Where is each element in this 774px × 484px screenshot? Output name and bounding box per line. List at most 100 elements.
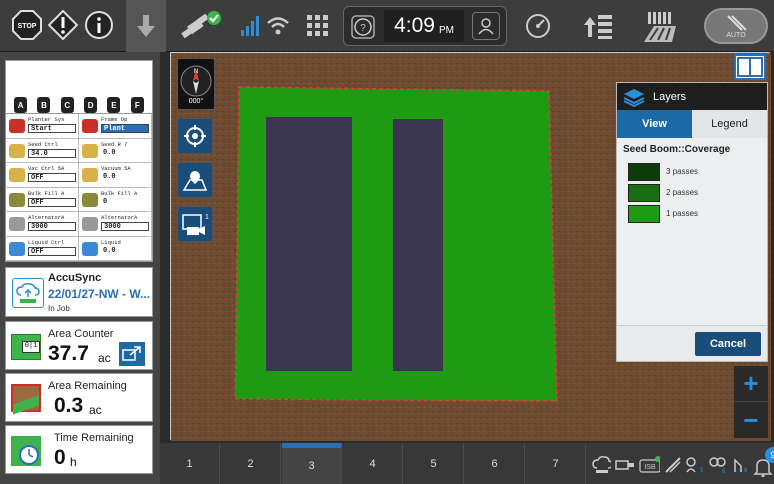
section-control-icon[interactable]: 6 xyxy=(732,456,749,474)
legend-list: 3 passes 2 passes 1 passes xyxy=(617,161,767,224)
isobus-icon[interactable]: ISB xyxy=(638,456,660,474)
row-unit-f[interactable]: F xyxy=(130,97,144,113)
row-unit-letters: A B C D E F xyxy=(6,61,152,113)
row-unit-e[interactable]: E xyxy=(107,97,121,113)
area-counter-value: 37.7 xyxy=(48,342,89,365)
param-seed-r7[interactable]: Seed R 7 0.0 xyxy=(79,138,152,163)
crosshair-icon xyxy=(184,125,206,147)
help-icon[interactable]: ? xyxy=(350,14,376,40)
tab-view[interactable]: View xyxy=(617,110,692,138)
accusync-status: In Job xyxy=(48,304,70,313)
param-planter-sys[interactable]: Planter Sys Start xyxy=(6,114,79,139)
area-remaining-card[interactable]: Area Remaining 0.3 ac xyxy=(5,373,153,422)
svg-text:?: ? xyxy=(360,23,366,34)
speedometer-icon[interactable] xyxy=(524,12,552,40)
row-unit-c[interactable]: C xyxy=(60,97,74,113)
bottom-bar: 1 2 3 4 5 6 7 ISB 5 6 6 9 xyxy=(160,443,774,484)
bulk-fill-icon xyxy=(82,192,98,207)
legend-swatch xyxy=(628,183,660,202)
area-remaining-title: Area Remaining xyxy=(48,380,127,392)
wifi-icon[interactable] xyxy=(266,12,290,38)
accusync-card[interactable]: AccuSync 22/01/27-NW - W... In Job xyxy=(5,267,153,317)
map-pin-icon xyxy=(182,171,208,191)
usb-icon[interactable] xyxy=(615,456,635,474)
auto-steer-button[interactable]: AUTO xyxy=(704,8,768,44)
seed-icon xyxy=(9,143,25,158)
unplanted-area-right xyxy=(393,119,443,371)
alternator-icon xyxy=(82,217,98,231)
row-control-icon[interactable]: 5 xyxy=(685,456,704,474)
tab-3[interactable]: 3 xyxy=(282,443,342,484)
tab-6[interactable]: 6 xyxy=(465,443,525,484)
module-status-panel: A B C D E F Planter Sys Start Frame Op Pla… xyxy=(5,60,153,262)
legend-item: 2 passes xyxy=(628,182,767,203)
zoom-out-icon[interactable]: − xyxy=(734,402,768,438)
time-remaining-unit: h xyxy=(70,455,77,469)
auto-steer-status-icon[interactable] xyxy=(664,456,681,474)
center-location-button[interactable] xyxy=(177,118,213,154)
layers-title: Layers xyxy=(653,90,687,103)
tab-legend[interactable]: Legend xyxy=(692,110,767,138)
param-liquid-ctrl[interactable]: Liquid Ctrl OFF xyxy=(6,236,79,261)
tab-7[interactable]: 7 xyxy=(526,443,586,484)
param-bulk-fill-ctrl[interactable]: Bulk Fill A OFF xyxy=(6,187,79,212)
time-remaining-card[interactable]: Time Remaining 0 h xyxy=(5,425,153,474)
user-icon[interactable] xyxy=(472,12,500,40)
auto-label: AUTO xyxy=(726,31,746,39)
apps-grid-icon[interactable] xyxy=(305,12,329,38)
clock[interactable]: 4:09 PM xyxy=(384,10,464,42)
camera-icon: 1 xyxy=(182,214,209,235)
map-view-button[interactable] xyxy=(177,162,213,198)
svg-text:ISB: ISB xyxy=(644,464,656,471)
tab-4[interactable]: 4 xyxy=(343,443,403,484)
param-frame-op[interactable]: Frame Op Plant xyxy=(79,114,152,139)
zoom-controls: + − xyxy=(734,366,768,438)
area-counter-unit: ac xyxy=(98,351,111,365)
cellular-signal-icon[interactable] xyxy=(240,12,262,38)
cancel-button[interactable]: Cancel xyxy=(695,332,761,356)
top-bar: STOP ? 4:09 PM AUTO xyxy=(0,0,774,52)
area-remaining-icon xyxy=(11,384,41,415)
liquid-icon xyxy=(9,241,25,256)
legend-title: Seed Boom::Coverage xyxy=(623,144,731,155)
notifications[interactable]: 9 xyxy=(753,447,774,477)
tab-2[interactable]: 2 xyxy=(221,443,281,484)
gps-satellite-icon[interactable] xyxy=(180,8,224,44)
clock-ampm: PM xyxy=(438,24,454,36)
compass-north: N xyxy=(194,69,198,75)
param-seed-ctrl[interactable]: Seed Ctrl 34.0 xyxy=(6,138,79,163)
area-counter-icon: 0|1 xyxy=(11,334,41,360)
clock-time: 4:09 xyxy=(394,14,435,37)
minimize-arrow-icon[interactable] xyxy=(126,0,166,52)
compass-widget[interactable]: N 000° xyxy=(177,58,215,110)
row-unit-d[interactable]: D xyxy=(84,97,98,113)
tab-5[interactable]: 5 xyxy=(404,443,464,484)
info-icon[interactable] xyxy=(84,10,114,40)
param-alternator-ctrl[interactable]: AlternatorA 3000 xyxy=(6,212,79,237)
param-vacuum[interactable]: Vacuum 5A 0.0 xyxy=(79,163,152,188)
zoom-in-icon[interactable]: + xyxy=(734,366,768,402)
legend-swatch xyxy=(628,162,660,181)
planter-field-icon[interactable] xyxy=(642,8,678,44)
bulk-fill-icon xyxy=(9,192,25,207)
split-view-button[interactable] xyxy=(734,54,766,80)
cloud-icon[interactable] xyxy=(592,456,612,474)
liquid-icon xyxy=(82,241,98,256)
split-view-icon xyxy=(737,57,763,77)
frame-icon xyxy=(82,119,98,133)
seed-control-icon[interactable]: 6 xyxy=(708,456,727,474)
row-unit-b[interactable]: B xyxy=(37,97,51,113)
layers-icon xyxy=(623,88,645,107)
warning-icon[interactable] xyxy=(48,10,78,40)
param-vac-ctrl[interactable]: Vac Ctrl 5A OFF xyxy=(6,163,79,188)
reset-counter-button[interactable] xyxy=(119,342,145,366)
camera-view-button[interactable]: 1 xyxy=(177,206,213,242)
area-counter-card[interactable]: 0|1 Area Counter 37.7 ac xyxy=(5,321,153,370)
row-unit-a[interactable]: A xyxy=(14,97,28,113)
stop-icon[interactable]: STOP xyxy=(12,10,42,40)
param-liquid[interactable]: Liquid 0.0 xyxy=(79,236,152,261)
param-bulk-fill[interactable]: Bulk Fill A0 xyxy=(79,187,152,212)
param-alternator[interactable]: AlternatorA 3000 xyxy=(79,212,152,237)
rows-up-icon[interactable] xyxy=(580,10,614,42)
tab-1[interactable]: 1 xyxy=(160,443,220,484)
